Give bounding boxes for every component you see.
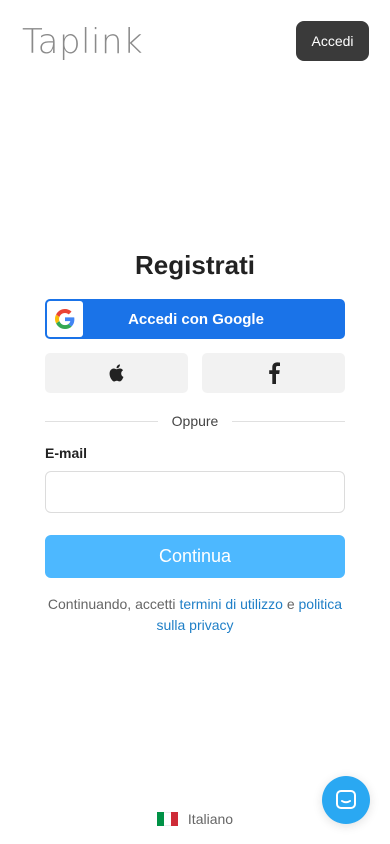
login-button[interactable]: Accedi: [296, 21, 369, 61]
terms-link[interactable]: termini di utilizzo: [179, 596, 282, 612]
divider-right: [232, 421, 345, 422]
google-icon: [47, 301, 83, 337]
language-label: Italiano: [187, 811, 234, 827]
taplink-logo[interactable]: Taplink: [22, 22, 143, 62]
google-signin-button[interactable]: Accedi con Google: [45, 299, 345, 339]
chat-button[interactable]: [322, 776, 370, 824]
facebook-signin-button[interactable]: [202, 353, 345, 393]
terms-text: Continuando, accetti termini di utilizzo…: [40, 594, 350, 636]
chat-icon: [336, 790, 356, 809]
email-input[interactable]: [45, 471, 345, 513]
google-button-label: Accedi con Google: [128, 310, 264, 328]
terms-prefix: Continuando, accetti: [47, 596, 176, 612]
facebook-icon: [268, 362, 280, 384]
terms-and: e: [286, 596, 295, 612]
italy-flag-icon: [156, 812, 178, 826]
apple-icon: [109, 364, 123, 382]
continue-button[interactable]: Continua: [45, 535, 345, 578]
apple-signin-button[interactable]: [45, 353, 188, 393]
email-label: E-mail: [45, 445, 88, 461]
page-title: Registrati: [135, 250, 255, 280]
